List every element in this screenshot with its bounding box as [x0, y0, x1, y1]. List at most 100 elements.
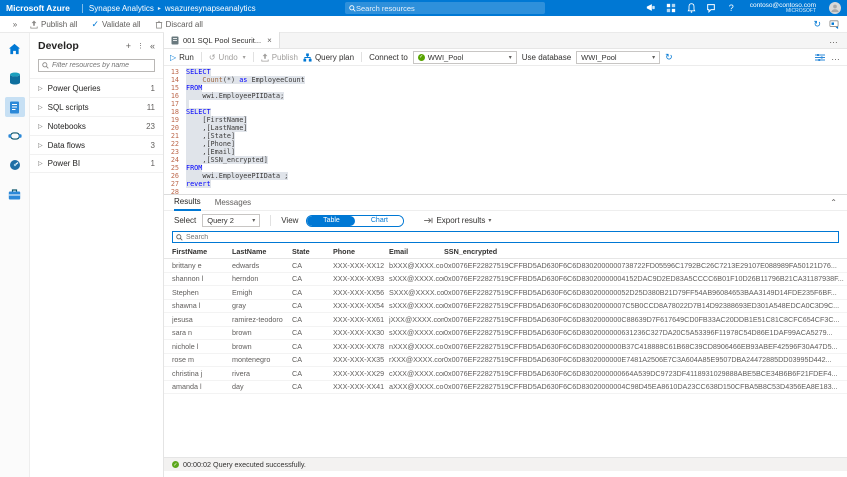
expand-chevron-icon[interactable]: ▷ — [38, 123, 43, 130]
code-line[interactable]: 15FROM — [164, 84, 847, 92]
code-line[interactable]: 14 Count(*) as EmployeeCount — [164, 76, 847, 84]
table-row[interactable]: jesusaramirez-teodoroCAXXX-XXX-XX61jXXX@… — [164, 313, 847, 327]
column-header-ssn_encrypted[interactable]: SSN_encrypted — [444, 247, 847, 256]
discard-all-button[interactable]: Discard all — [155, 20, 203, 29]
code-line[interactable]: 23 ,[Email] — [164, 148, 847, 156]
column-header-email[interactable]: Email — [389, 247, 444, 256]
table-row[interactable]: amanda ldayCAXXX-XXX-XX41aXXX@XXXX.com0x… — [164, 381, 847, 395]
table-row[interactable]: shannon lherndonCAXXX-XXX-XX93sXXX@XXXX.… — [164, 273, 847, 287]
expand-chevron-icon[interactable]: ▷ — [38, 104, 43, 111]
export-results-button[interactable]: Export results ▾ — [424, 216, 491, 225]
sql-code-editor[interactable]: 13SELECT14 Count(*) as EmployeeCount15FR… — [164, 66, 847, 194]
results-search-input[interactable] — [186, 234, 835, 241]
code-line[interactable]: 18SELECT — [164, 108, 847, 116]
tab-messages[interactable]: Messages — [215, 195, 251, 211]
collapse-panel-icon[interactable]: « — [150, 41, 155, 51]
code-line[interactable]: 25FROM — [164, 164, 847, 172]
validate-all-button[interactable]: ✓ Validate all — [91, 19, 140, 30]
notifications-bell-icon[interactable] — [686, 2, 697, 13]
table-cell: nichole l — [172, 342, 232, 351]
column-header-phone[interactable]: Phone — [333, 247, 389, 256]
table-row[interactable]: StephenEmighCAXXX-XXX-XX56SXXX@XXXX.com0… — [164, 286, 847, 300]
add-resource-button[interactable]: + — [126, 41, 131, 51]
tabstrip-more-icon[interactable]: … — [829, 35, 847, 48]
sidebar-item-notebooks[interactable]: ▷Notebooks23 — [30, 116, 163, 135]
global-search-input[interactable] — [356, 4, 541, 13]
table-row[interactable]: sara nbrownCAXXX-XXX-XX30sXXX@XXXX.com0x… — [164, 327, 847, 341]
expand-chevron-icon[interactable]: ▷ — [38, 160, 43, 167]
code-line[interactable]: 13SELECT — [164, 68, 847, 76]
develop-filter-input[interactable] — [52, 62, 151, 69]
breadcrumb-product[interactable]: Synapse Analytics — [89, 4, 154, 13]
collapse-results-chevron[interactable]: ⌃ — [830, 198, 837, 207]
feedback-icon[interactable] — [706, 2, 717, 13]
code-line[interactable]: 22 ,[Phone] — [164, 140, 847, 148]
megaphone-icon[interactable] — [646, 2, 657, 13]
chart-view-toggle[interactable]: Chart — [355, 216, 403, 226]
run-button[interactable]: ▷ Run — [170, 53, 194, 62]
expand-chevron-icon[interactable]: ▷ — [38, 85, 43, 92]
app-body: Develop + ⋮ « ▷Power Queries1▷SQL script… — [0, 33, 847, 477]
table-cell: rose m — [172, 355, 232, 364]
code-line[interactable]: 21 ,[State] — [164, 132, 847, 140]
column-header-lastname[interactable]: LastName — [232, 247, 292, 256]
properties-sliders-icon[interactable] — [815, 53, 825, 62]
table-row[interactable]: rose mmontenegroCAXXX-XXX-XX35rXXX@XXXX.… — [164, 354, 847, 368]
query-plan-button[interactable]: Query plan — [303, 53, 354, 62]
help-icon[interactable]: ? — [726, 2, 737, 13]
code-line[interactable]: 19 [FirstName] — [164, 116, 847, 124]
column-header-firstname[interactable]: FirstName — [172, 247, 232, 256]
refresh-database-icon[interactable]: ↻ — [665, 52, 673, 63]
refresh-icon[interactable]: ↻ — [813, 19, 821, 30]
expand-panel-chevron[interactable]: » — [0, 20, 30, 29]
sidebar-item-sql-scripts[interactable]: ▷SQL scripts11 — [30, 97, 163, 116]
actions-icon[interactable]: ⋮ — [137, 42, 144, 50]
code-line[interactable]: 26 wwi.EmployeePIIData ; — [164, 172, 847, 180]
publish-all-button[interactable]: Publish all — [30, 20, 77, 29]
nav-data[interactable] — [5, 68, 25, 88]
nav-manage[interactable] — [5, 184, 25, 204]
table-row[interactable]: nichole lbrownCAXXX-XXX-XX78nXXX@XXXX.co… — [164, 340, 847, 354]
avatar[interactable] — [829, 2, 841, 14]
tab-results[interactable]: Results — [174, 195, 201, 211]
table-row[interactable]: christina jriveraCAXXX-XXX-XX29cXXX@XXXX… — [164, 367, 847, 381]
code-line[interactable]: 20 ,[LastName] — [164, 124, 847, 132]
apps-grid-icon[interactable] — [666, 2, 677, 13]
table-view-toggle[interactable]: Table — [307, 216, 355, 226]
feedback-grid-icon[interactable] — [829, 20, 839, 29]
sidebar-item-power-bi[interactable]: ▷Power BI1 — [30, 154, 163, 173]
table-row[interactable]: shawna lgrayCAXXX-XXX-XX54sXXX@XXXX.com0… — [164, 300, 847, 314]
close-tab-icon[interactable]: × — [267, 36, 272, 45]
connect-to-select[interactable]: ✓ WWI_Pool ▾ — [413, 51, 517, 64]
results-search-box[interactable] — [172, 231, 839, 243]
nav-integrate[interactable] — [5, 126, 25, 146]
expand-chevron-icon[interactable]: ▷ — [38, 142, 43, 149]
code-line[interactable]: 24 ,[SSN_encrypted] — [164, 156, 847, 164]
results-grid-body: brittany eedwardsCAXXX-XXX-XX12bXXX@XXXX… — [164, 259, 847, 394]
sql-script-tab[interactable]: 001 SQL Pool Securit... × — [164, 32, 280, 48]
breadcrumb-workspace[interactable]: wsazuresynapseanalytics — [165, 4, 256, 13]
develop-filter-box[interactable] — [38, 59, 155, 72]
query-select[interactable]: Query 2 ▾ — [202, 214, 260, 227]
sidebar-item-power-queries[interactable]: ▷Power Queries1 — [30, 78, 163, 97]
code-line[interactable]: 17 — [164, 100, 847, 108]
code-line[interactable]: 27revert — [164, 180, 847, 188]
table-row[interactable]: brittany eedwardsCAXXX-XXX-XX12bXXX@XXXX… — [164, 259, 847, 273]
undo-button[interactable]: ↺ Undo — [209, 53, 238, 62]
microsoft-azure-logo[interactable]: Microsoft Azure — [6, 3, 70, 13]
code-line[interactable]: 16 wwi.EmployeePIIData; — [164, 92, 847, 100]
nav-monitor[interactable] — [5, 155, 25, 175]
nav-home[interactable] — [5, 39, 25, 59]
sidebar-item-data-flows[interactable]: ▷Data flows3 — [30, 135, 163, 154]
undo-dropdown-chevron[interactable]: ▾ — [243, 54, 246, 61]
code-text: wwi.EmployeePIIData ; — [186, 172, 288, 180]
editor-more-icon[interactable]: … — [831, 52, 841, 62]
chevron-down-icon: ▾ — [252, 217, 255, 224]
publish-button[interactable]: Publish — [261, 53, 298, 62]
use-database-select[interactable]: WWI_Pool ▾ — [576, 51, 660, 64]
undo-icon: ↺ — [209, 53, 216, 62]
column-header-state[interactable]: State — [292, 247, 333, 256]
global-search-box[interactable] — [345, 2, 545, 14]
nav-develop[interactable] — [5, 97, 25, 117]
account-info[interactable]: contoso@contoso.com MICROSOFT — [750, 2, 816, 15]
